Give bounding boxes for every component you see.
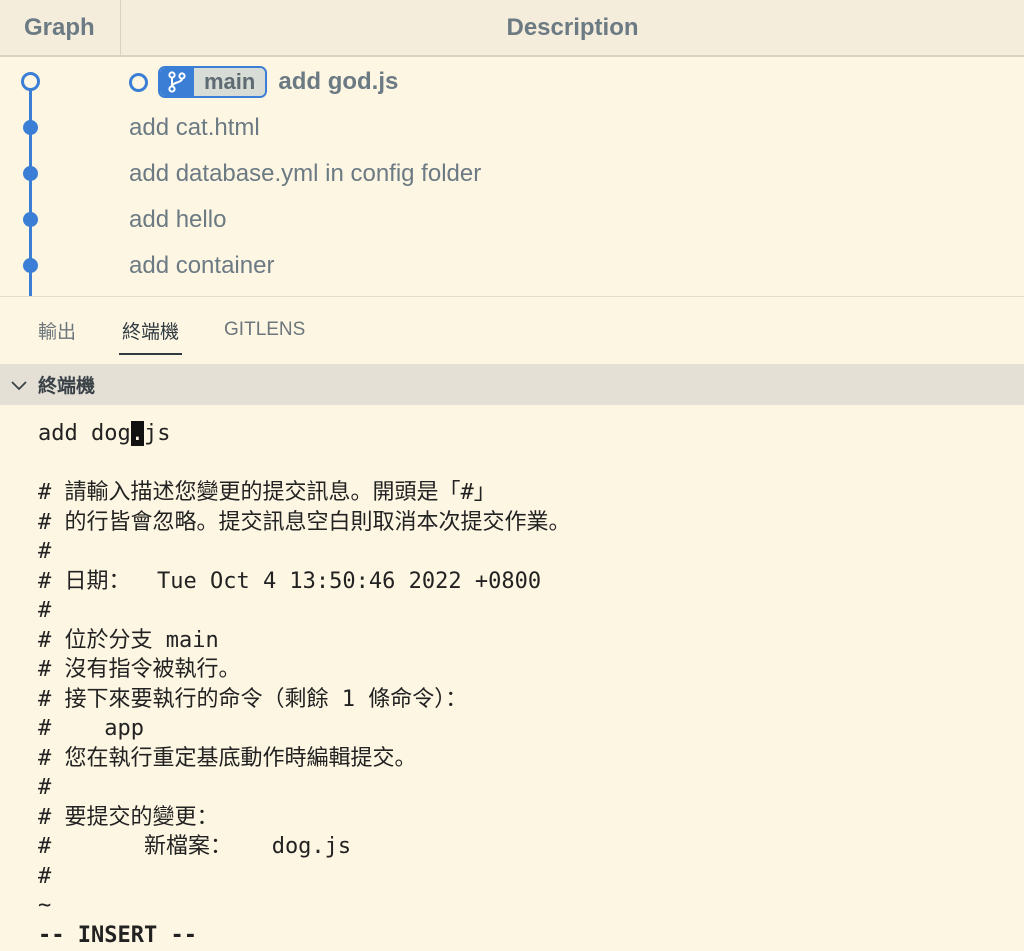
commit-text: add dog: [38, 421, 131, 446]
terminal-editor[interactable]: add dog.js # 請輸入描述您變更的提交訊息。開頭是「#」 # 的行皆會…: [38, 419, 1018, 950]
terminal-line: # 新檔案： dog.js: [38, 834, 352, 859]
commit-row[interactable]: add database.yml in config folder: [129, 154, 481, 194]
terminal-line: # app: [38, 716, 144, 741]
commit-row-head[interactable]: main add god.js: [129, 62, 398, 102]
commit-node[interactable]: [23, 120, 38, 135]
git-branch-icon: [160, 68, 194, 96]
terminal-line: # 要提交的變更：: [38, 804, 219, 830]
terminal-line: add dog.js: [38, 419, 1018, 449]
commit-message: add database.yml in config folder: [129, 160, 482, 187]
tab-gitlens[interactable]: GITLENS: [224, 297, 305, 363]
commit-text: js: [143, 421, 171, 446]
terminal-line: # 位於分支 main: [38, 627, 219, 653]
graph-column-header[interactable]: Graph: [0, 0, 121, 55]
commit-message: add cat.html: [129, 114, 260, 141]
text-cursor: .: [130, 421, 144, 446]
commit-message: add hello: [129, 206, 227, 233]
terminal-line: #: [38, 863, 52, 889]
head-marker-icon: [129, 72, 148, 92]
commit-node[interactable]: [23, 258, 38, 273]
terminal-line: # 沒有指令被執行。: [38, 657, 241, 682]
terminal-line: #: [38, 598, 52, 623]
branch-name: main: [194, 68, 266, 96]
commit-node[interactable]: [23, 212, 38, 227]
head-commit-node[interactable]: [21, 72, 40, 91]
commit-row[interactable]: add hello: [129, 200, 226, 240]
terminal-line: # 接下來要執行的命令（剩餘 1 條命令）：: [38, 686, 468, 712]
commit-graph: main add god.js add cat.html add databas…: [0, 58, 1024, 297]
terminal-line: ~: [38, 893, 52, 918]
vim-mode-status: -- INSERT --: [38, 922, 197, 948]
commit-row[interactable]: add cat.html: [129, 108, 260, 148]
terminal-section-title: 終端機: [38, 376, 96, 397]
terminal-section-header[interactable]: 終端機: [0, 364, 1024, 405]
tab-terminal[interactable]: 終端機: [119, 297, 183, 363]
commit-message: add god.js: [278, 68, 399, 95]
terminal-line: # 您在執行重定基底動作時編輯提交。: [38, 745, 417, 771]
commit-node[interactable]: [23, 166, 38, 181]
terminal-line: # 的行皆會忽略。提交訊息空白則取消本次提交作業。: [38, 509, 571, 535]
terminal-line: # 日期： Tue Oct 4 13:50:46 2022 +0800: [38, 568, 542, 594]
terminal-line: #: [38, 775, 52, 800]
commit-message: add container: [129, 252, 275, 279]
tab-output[interactable]: 輸出: [38, 297, 76, 363]
terminal-line: # 請輸入描述您變更的提交訊息。開頭是「#」: [38, 480, 496, 505]
commit-row[interactable]: add container: [129, 246, 274, 286]
branch-badge-main[interactable]: main: [158, 66, 268, 98]
graph-header: Graph Description: [0, 0, 1024, 57]
panel-tabs: 輸出 終端機 GITLENS: [0, 297, 1024, 363]
terminal-line: #: [38, 539, 52, 564]
chevron-down-icon[interactable]: [8, 374, 30, 396]
description-column-header[interactable]: Description: [121, 0, 1024, 55]
